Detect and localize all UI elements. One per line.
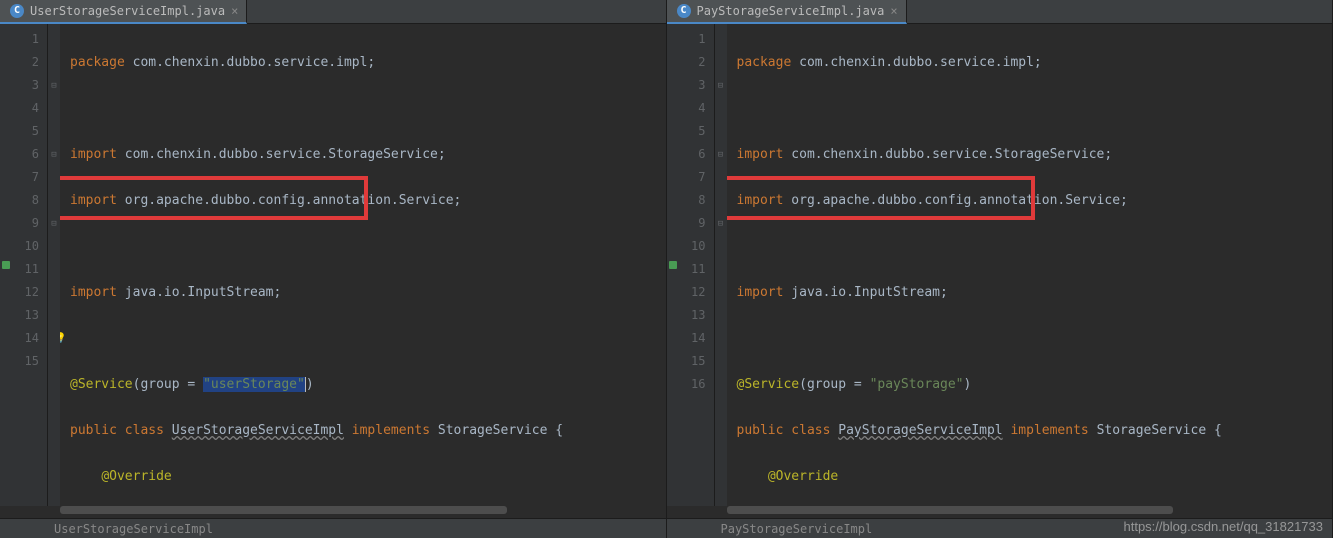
intention-bulb-icon[interactable]: 💡 — [60, 327, 66, 350]
override-gutter-icon[interactable] — [2, 261, 10, 269]
tab-bar: C PayStorageServiceImpl.java × — [667, 0, 1333, 24]
close-icon[interactable]: × — [890, 4, 897, 18]
fold-column: ⊟ ⊟ ⊟ — [48, 24, 60, 506]
fold-icon[interactable]: ⊟ — [48, 212, 60, 235]
fold-icon[interactable]: ⊟ — [715, 74, 727, 97]
tab-userstorage[interactable]: C UserStorageServiceImpl.java × — [0, 0, 247, 24]
breadcrumb[interactable]: UserStorageServiceImpl — [0, 518, 666, 538]
close-icon[interactable]: × — [231, 4, 238, 18]
watermark: https://blog.csdn.net/qq_31821733 — [1124, 519, 1324, 534]
left-pane: C UserStorageServiceImpl.java × 1 2 3 4 … — [0, 0, 667, 538]
fold-column: ⊟ ⊟ ⊟ — [715, 24, 727, 506]
code-area[interactable]: package com.chenxin.dubbo.service.impl; … — [60, 24, 666, 506]
tab-paystorage[interactable]: C PayStorageServiceImpl.java × — [667, 0, 907, 24]
tab-bar: C UserStorageServiceImpl.java × — [0, 0, 666, 24]
fold-icon[interactable]: ⊟ — [715, 212, 727, 235]
code-area[interactable]: package com.chenxin.dubbo.service.impl; … — [727, 24, 1333, 506]
horizontal-scrollbar[interactable] — [60, 506, 656, 516]
tab-label: UserStorageServiceImpl.java — [30, 4, 225, 18]
tab-label: PayStorageServiceImpl.java — [697, 4, 885, 18]
editor-body[interactable]: 1 2 3 4 5 6 7 8 9 10 11 12 13 14 15 16 ⊟… — [667, 24, 1333, 506]
horizontal-scrollbar[interactable] — [727, 506, 1323, 516]
fold-icon[interactable]: ⊟ — [48, 74, 60, 97]
line-gutter: 1 2 3 4 5 6 7 8 9 10 11 12 13 14 15 — [0, 24, 48, 506]
right-pane: C PayStorageServiceImpl.java × 1 2 3 4 5… — [667, 0, 1333, 538]
editor-body[interactable]: 1 2 3 4 5 6 7 8 9 10 11 12 13 14 15 ⊟ ⊟ … — [0, 24, 666, 506]
fold-icon[interactable]: ⊟ — [715, 143, 727, 166]
override-gutter-icon[interactable] — [669, 261, 677, 269]
class-file-icon: C — [10, 4, 24, 18]
class-file-icon: C — [677, 4, 691, 18]
fold-icon[interactable]: ⊟ — [48, 143, 60, 166]
line-gutter: 1 2 3 4 5 6 7 8 9 10 11 12 13 14 15 16 — [667, 24, 715, 506]
